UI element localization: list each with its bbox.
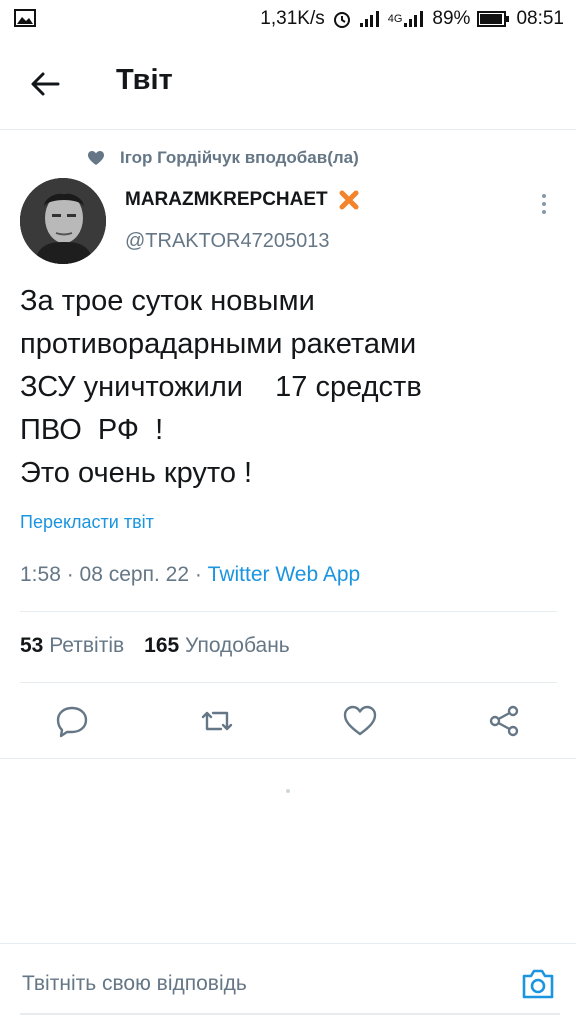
- likes-stat[interactable]: 165 Уподобань: [144, 634, 290, 658]
- more-options-icon[interactable]: [536, 192, 552, 216]
- tweet-source-link[interactable]: Twitter Web App: [208, 563, 361, 586]
- retweets-stat[interactable]: 53 Ретвітів: [20, 634, 124, 658]
- loading-dot: [286, 789, 290, 793]
- network-type: 4G: [387, 13, 403, 25]
- signal-icon: [359, 11, 379, 27]
- divider: [20, 682, 557, 683]
- heart-icon: [88, 150, 104, 165]
- battery-percent: 89%: [432, 8, 471, 29]
- avatar-photo: [20, 178, 106, 264]
- status-bar: 1,31K/s 4G 89% 08:51: [0, 0, 576, 38]
- back-arrow-icon[interactable]: [28, 67, 62, 101]
- tweet-time: 1:58: [20, 563, 61, 586]
- tweet-stats: 53 Ретвітів 165 Уподобань: [20, 634, 290, 658]
- clock: 08:51: [516, 8, 564, 29]
- social-context-text[interactable]: Ігор Гордійчук вподобав(ла): [120, 148, 359, 168]
- network-speed: 1,31K/s: [260, 8, 325, 29]
- tweet-date: 08 серп. 22: [79, 563, 189, 586]
- battery-icon: [477, 11, 510, 27]
- reply-input[interactable]: Твітніть свою відповідь: [22, 972, 247, 996]
- page-title: Твіт: [116, 64, 173, 96]
- tweet-meta: 1:58 · 08 серп. 22 · Twitter Web App: [20, 563, 361, 586]
- top-bar: Твіт: [0, 38, 576, 130]
- retweet-icon[interactable]: [200, 704, 234, 738]
- cross-mark-emoji-icon: [339, 190, 359, 210]
- author-name[interactable]: MARAZMKREPCHAET: [125, 189, 360, 211]
- action-bar: [0, 700, 576, 744]
- reply-icon[interactable]: [55, 704, 89, 738]
- reply-bar: Твітніть свою відповідь: [0, 944, 576, 1024]
- social-context: Ігор Гордійчук вподобав(ла): [88, 146, 359, 170]
- translate-link[interactable]: Перекласти твіт: [20, 512, 154, 533]
- like-icon[interactable]: [343, 704, 377, 738]
- tweet-text: За трое суток новыми противорадарными ра…: [20, 285, 422, 489]
- divider: [0, 758, 576, 759]
- reply-underline: [20, 1013, 560, 1015]
- signal-4g-icon: [404, 11, 424, 27]
- camera-icon[interactable]: [520, 966, 556, 1002]
- image-notification-icon: [14, 9, 36, 27]
- alarm-icon: [333, 12, 350, 28]
- author-handle[interactable]: @TRAKTOR47205013: [125, 230, 329, 253]
- share-icon[interactable]: [487, 704, 521, 738]
- avatar[interactable]: [20, 178, 106, 264]
- divider: [20, 611, 557, 612]
- author-name-text[interactable]: MARAZMKREPCHAET: [125, 189, 328, 211]
